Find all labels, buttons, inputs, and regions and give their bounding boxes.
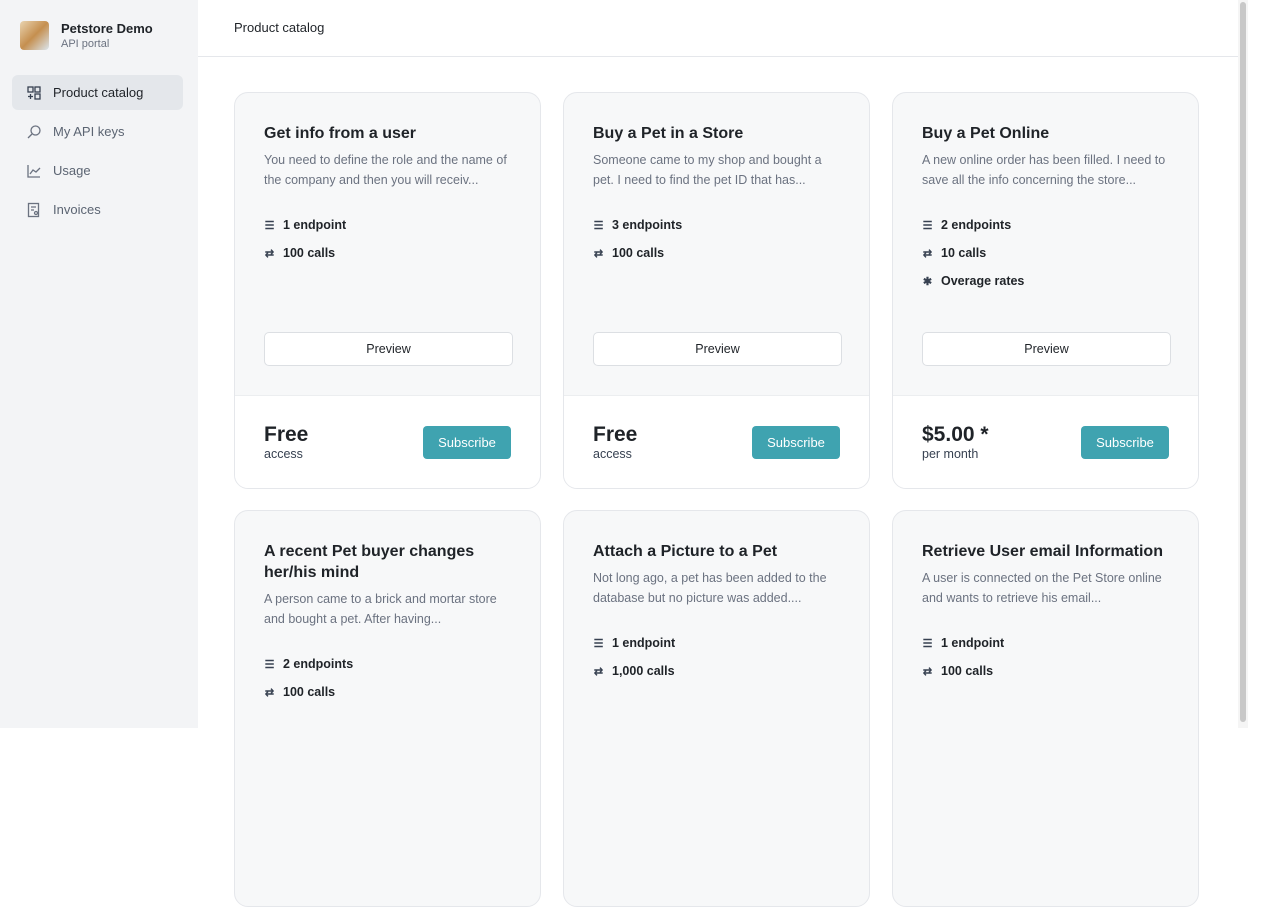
brand-logo — [20, 21, 49, 50]
sidebar-item-label: Product catalog — [53, 85, 144, 100]
sidebar-item-label: My API keys — [53, 124, 125, 139]
card-footer: $5.00 * per month Subscribe — [893, 395, 1198, 488]
arrows-exchange-icon: ⇄ — [264, 686, 275, 699]
subscribe-button[interactable]: Subscribe — [1081, 426, 1169, 459]
product-feature: ⇄ 100 calls — [264, 678, 511, 706]
feature-label: 10 calls — [941, 246, 987, 260]
sidebar-item-invoices[interactable]: Invoices — [12, 192, 183, 227]
brand-subtitle: API portal — [61, 38, 110, 50]
list-icon: ☰ — [922, 219, 933, 232]
product-description: A person came to a brick and mortar stor… — [264, 592, 497, 626]
card-footer: Free access Subscribe — [564, 395, 869, 488]
list-icon: ☰ — [264, 658, 275, 671]
feature-label: 1,000 calls — [612, 664, 675, 678]
sidebar-item-label: Invoices — [53, 202, 101, 217]
product-feature: ⇄ 100 calls — [264, 239, 511, 267]
list-icon: ☰ — [593, 219, 604, 232]
product-description: A user is connected on the Pet Store onl… — [922, 571, 1162, 605]
product-feature: ⇄ 10 calls — [922, 239, 1169, 267]
feature-label: 1 endpoint — [283, 218, 347, 232]
page-header: Product catalog — [198, 0, 1238, 57]
product-feature: ☰ 1 endpoint — [922, 629, 1169, 657]
product-feature: ✱ Overage rates — [922, 267, 1169, 295]
product-feature: ☰ 3 endpoints — [593, 211, 840, 239]
page-title: Product catalog — [234, 20, 325, 35]
price: Free — [264, 423, 309, 446]
price-note: access — [264, 447, 303, 461]
price-note: access — [593, 447, 632, 461]
sidebar-item-my-api-keys[interactable]: My API keys — [12, 114, 183, 149]
feature-label: 100 calls — [941, 664, 994, 678]
subscribe-button[interactable]: Subscribe — [423, 426, 511, 459]
product-feature: ⇄ 100 calls — [593, 239, 840, 267]
arrows-exchange-icon: ⇄ — [264, 247, 275, 260]
catalog-icon — [27, 85, 41, 100]
product-description: You need to define the role and the name… — [264, 153, 507, 187]
sidebar: Petstore Demo API portal Product catalog… — [0, 0, 198, 728]
preview-button[interactable]: Preview — [922, 332, 1171, 366]
product-feature: ☰ 2 endpoints — [922, 211, 1169, 239]
feature-label: 100 calls — [283, 685, 336, 699]
product-title: Buy a Pet Online — [922, 125, 1050, 142]
price-note: per month — [922, 447, 979, 461]
brand[interactable]: Petstore Demo API portal — [20, 21, 153, 50]
product-title: Buy a Pet in a Store — [593, 125, 744, 142]
brand-name: Petstore Demo — [61, 21, 153, 36]
preview-button[interactable]: Preview — [593, 332, 842, 366]
product-feature: ⇄ 1,000 calls — [593, 657, 840, 685]
product-card: A recent Pet buyer changes her/his mind … — [234, 510, 541, 907]
feature-label: 3 endpoints — [612, 218, 683, 232]
product-description: Someone came to my shop and bought a pet… — [593, 153, 822, 187]
invoice-icon — [27, 202, 40, 217]
sidebar-item-label: Usage — [53, 163, 91, 178]
sidebar-item-usage[interactable]: Usage — [12, 153, 183, 188]
arrows-exchange-icon: ⇄ — [922, 247, 933, 260]
product-card: Buy a Pet Online A new online order has … — [892, 92, 1199, 489]
feature-label: 100 calls — [612, 246, 665, 260]
product-title: A recent Pet buyer changes her/his mind — [264, 543, 475, 581]
subscribe-button[interactable]: Subscribe — [752, 426, 840, 459]
arrows-exchange-icon: ⇄ — [593, 247, 604, 260]
product-feature: ☰ 1 endpoint — [593, 629, 840, 657]
product-feature: ⇄ 100 calls — [922, 657, 1169, 685]
feature-label: 2 endpoints — [941, 218, 1012, 232]
price: $5.00 * — [922, 423, 989, 446]
search-icon — [27, 124, 41, 138]
scrollbar-thumb[interactable] — [1240, 2, 1246, 722]
feature-label: 1 endpoint — [612, 636, 676, 650]
list-icon: ☰ — [922, 637, 933, 650]
product-card: Get info from a user You need to define … — [234, 92, 541, 489]
price: Free — [593, 423, 638, 446]
sidebar-nav: Product catalog My API keys Usage Invoic… — [12, 75, 183, 231]
product-description: Not long ago, a pet has been added to th… — [593, 571, 827, 605]
product-title: Retrieve User email Information — [922, 543, 1163, 560]
list-icon: ☰ — [264, 219, 275, 232]
chart-icon — [27, 164, 41, 178]
card-footer: Free access Subscribe — [235, 395, 540, 488]
feature-label: 100 calls — [283, 246, 336, 260]
sidebar-item-product-catalog[interactable]: Product catalog — [12, 75, 183, 110]
product-card: Buy a Pet in a Store Someone came to my … — [563, 92, 870, 489]
arrows-exchange-icon: ⇄ — [593, 665, 604, 678]
asterisk-icon: ✱ — [922, 275, 933, 288]
product-card: Attach a Picture to a Pet Not long ago, … — [563, 510, 870, 907]
feature-label: 2 endpoints — [283, 657, 354, 671]
arrows-exchange-icon: ⇄ — [922, 665, 933, 678]
preview-button[interactable]: Preview — [264, 332, 513, 366]
product-title: Get info from a user — [264, 125, 417, 142]
feature-label: Overage rates — [941, 274, 1025, 288]
product-title: Attach a Picture to a Pet — [593, 543, 778, 560]
list-icon: ☰ — [593, 637, 604, 650]
product-feature: ☰ 2 endpoints — [264, 650, 511, 678]
feature-label: 1 endpoint — [941, 636, 1005, 650]
product-description: A new online order has been filled. I ne… — [922, 153, 1166, 187]
product-feature: ☰ 1 endpoint — [264, 211, 511, 239]
product-card: Retrieve User email Information A user i… — [892, 510, 1199, 907]
